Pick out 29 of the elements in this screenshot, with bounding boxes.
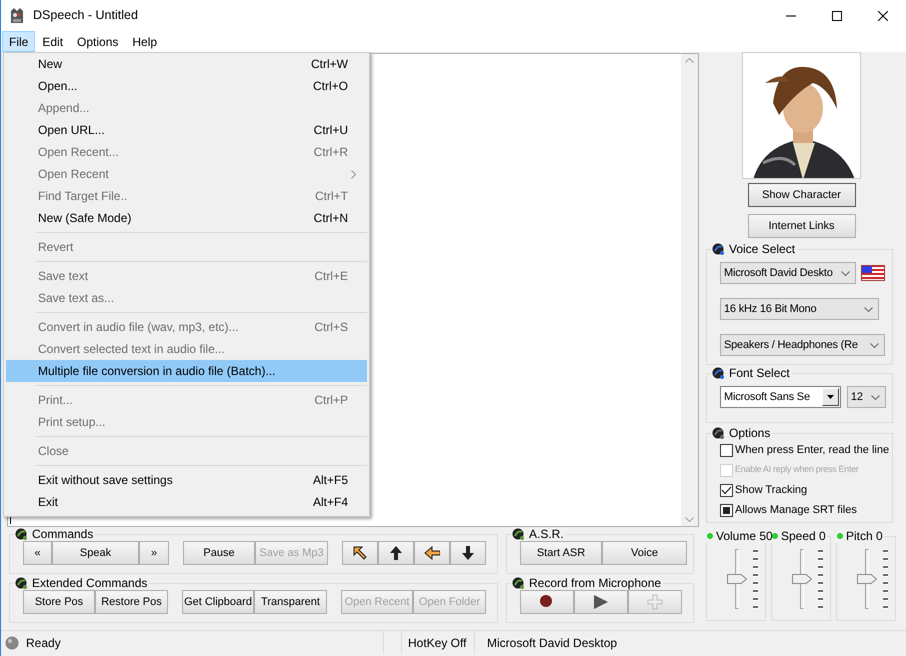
shortcut-label: Ctrl+O xyxy=(312,78,348,95)
shortcut-label: Ctrl+T xyxy=(315,188,348,205)
group-title: Options xyxy=(729,426,770,440)
group-title: A.S.R. xyxy=(529,527,564,541)
group-title: Record from Microphone xyxy=(529,576,662,590)
shortcut-label: Ctrl+W xyxy=(311,56,348,73)
slider-label: Volume 50 xyxy=(716,529,773,543)
shortcut-label: Ctrl+S xyxy=(314,319,348,336)
slider-label: Pitch 0 xyxy=(846,529,883,543)
shortcut-label: Ctrl+E xyxy=(314,268,348,285)
status-text: Ready xyxy=(26,634,62,652)
shortcut-label: Alt+F4 xyxy=(312,494,348,511)
voice-status: Microsoft David Desktop xyxy=(487,634,618,652)
shortcut-label: Ctrl+R xyxy=(314,144,348,161)
group-title: Commands xyxy=(32,527,94,541)
slider-label: Speed 0 xyxy=(781,529,826,543)
shortcut-label: Alt+F5 xyxy=(312,472,348,489)
group-title: Extended Commands xyxy=(32,576,148,590)
checkbox-label: Enable AI reply when press Enter xyxy=(735,463,858,476)
window-title: DSpeech - Untitled xyxy=(33,7,138,24)
checkbox-label: When press Enter, read the line xyxy=(735,442,890,458)
group-title: Voice Select xyxy=(729,242,796,256)
checkbox-label: Allows Manage SRT files xyxy=(735,502,857,518)
shortcut-label: Ctrl+P xyxy=(314,392,348,409)
shortcut-label: Ctrl+N xyxy=(314,210,348,227)
hotkey-status: HotKey Off xyxy=(407,634,468,652)
shortcut-label: Ctrl+U xyxy=(314,122,348,139)
checkbox-label: Show Tracking xyxy=(735,482,808,498)
group-title: Font Select xyxy=(729,366,790,380)
